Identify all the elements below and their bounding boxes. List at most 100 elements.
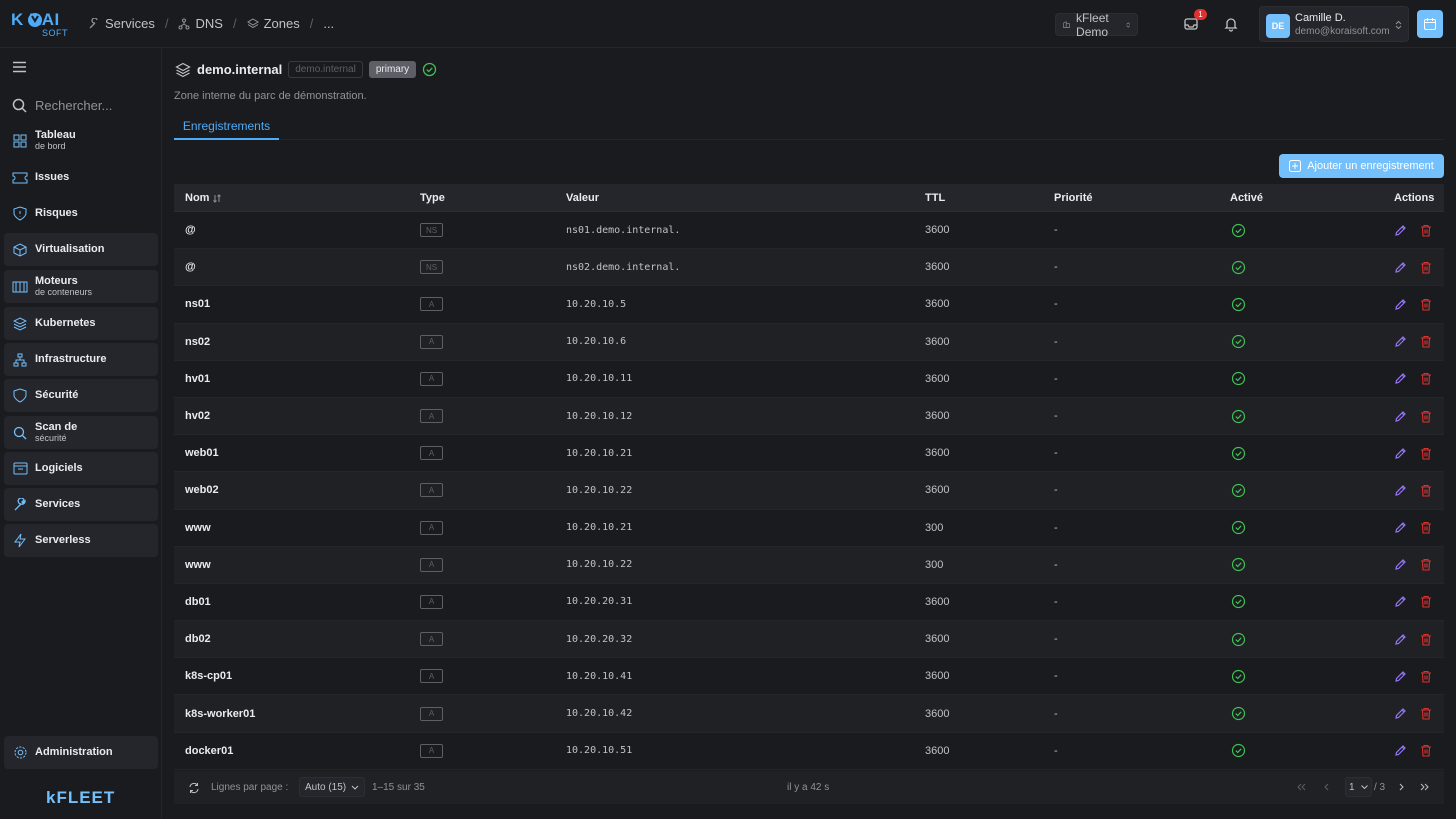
calendar-button[interactable] bbox=[1417, 10, 1443, 38]
delete-record-button[interactable] bbox=[1420, 510, 1432, 546]
table-row[interactable]: web02 A 10.20.10.22 3600 - bbox=[174, 472, 1444, 510]
sidebar-item-serverless[interactable]: Serverless bbox=[4, 524, 158, 557]
delete-record-button[interactable] bbox=[1420, 621, 1432, 657]
check-circle-icon bbox=[1231, 744, 1246, 758]
record-type: A bbox=[420, 584, 443, 620]
chevron-down-icon bbox=[1361, 785, 1368, 789]
logo-mark-icon bbox=[28, 13, 42, 27]
delete-record-button[interactable] bbox=[1420, 249, 1432, 285]
sidebar-item-risks[interactable]: Risques bbox=[4, 197, 158, 230]
sidebar-item-services[interactable]: Services bbox=[4, 488, 158, 521]
last-page-icon[interactable] bbox=[1420, 783, 1430, 791]
table-row[interactable]: docker01 A 10.20.10.51 3600 - bbox=[174, 733, 1444, 770]
column-header-name-label: Nom bbox=[185, 192, 210, 204]
add-record-button[interactable]: Ajouter un enregistrement bbox=[1279, 154, 1444, 178]
delete-record-button[interactable] bbox=[1420, 733, 1432, 769]
sidebar-item-administration[interactable]: Administration bbox=[4, 736, 158, 769]
check-circle-icon bbox=[1231, 483, 1246, 498]
sidebar-item-security-scan[interactable]: Scan de sécurité bbox=[4, 416, 158, 449]
table-row[interactable]: @ NS ns02.demo.internal. 3600 - bbox=[174, 249, 1444, 287]
record-priority: - bbox=[1054, 335, 1058, 348]
record-active-status bbox=[1231, 472, 1246, 508]
edit-record-button[interactable] bbox=[1394, 584, 1407, 620]
delete-record-button[interactable] bbox=[1420, 695, 1432, 731]
table-row[interactable]: ns02 A 10.20.10.6 3600 - bbox=[174, 323, 1444, 361]
page-number: 1 bbox=[1349, 781, 1355, 793]
table-row[interactable]: db01 A 10.20.20.31 3600 - bbox=[174, 584, 1444, 622]
sidebar-item-software[interactable]: Logiciels bbox=[4, 452, 158, 485]
sidebar-search[interactable]: Rechercher... bbox=[12, 98, 112, 113]
delete-record-button[interactable] bbox=[1420, 547, 1432, 583]
page-select[interactable]: 1 bbox=[1345, 777, 1372, 797]
edit-record-button[interactable] bbox=[1394, 547, 1407, 583]
record-active-status bbox=[1231, 212, 1246, 248]
edit-record-button[interactable] bbox=[1394, 658, 1407, 694]
table-row[interactable]: db02 A 10.20.20.32 3600 - bbox=[174, 621, 1444, 659]
delete-record-button[interactable] bbox=[1420, 398, 1432, 434]
delete-record-button[interactable] bbox=[1420, 658, 1432, 694]
edit-record-button[interactable] bbox=[1394, 286, 1407, 322]
record-type-badge: NS bbox=[420, 223, 443, 238]
table-row[interactable]: @ NS ns01.demo.internal. 3600 - bbox=[174, 212, 1444, 250]
table-row[interactable]: ns01 A 10.20.10.5 3600 - bbox=[174, 286, 1444, 324]
breadcrumb-dns[interactable]: DNS bbox=[178, 16, 223, 31]
edit-record-button[interactable] bbox=[1394, 695, 1407, 731]
delete-record-button[interactable] bbox=[1420, 435, 1432, 471]
table-row[interactable]: www A 10.20.10.21 300 - bbox=[174, 510, 1444, 547]
record-type: A bbox=[420, 361, 443, 397]
sidebar-item-issues[interactable]: Issues bbox=[4, 161, 158, 194]
sidebar-item-kubernetes[interactable]: Kubernetes bbox=[4, 307, 158, 340]
zone-tag-badge: demo.internal bbox=[288, 61, 363, 78]
edit-record-button[interactable] bbox=[1394, 510, 1407, 546]
breadcrumb-more[interactable]: ... bbox=[323, 16, 334, 31]
search-icon bbox=[12, 98, 27, 113]
edit-record-button[interactable] bbox=[1394, 435, 1407, 471]
first-page-icon[interactable] bbox=[1296, 783, 1306, 791]
edit-record-button[interactable] bbox=[1394, 733, 1407, 769]
edit-record-button[interactable] bbox=[1394, 398, 1407, 434]
record-priority: - bbox=[1054, 261, 1058, 274]
org-selector[interactable]: kFleet Demo bbox=[1055, 11, 1138, 39]
tab-records[interactable]: Enregistrements bbox=[174, 113, 279, 140]
breadcrumb-services[interactable]: Services bbox=[88, 16, 155, 31]
edit-record-button[interactable] bbox=[1394, 212, 1407, 248]
prev-page-icon[interactable] bbox=[1323, 783, 1329, 791]
edit-record-button[interactable] bbox=[1394, 621, 1407, 657]
sidebar-item-dashboard[interactable]: Tableau de bord bbox=[4, 124, 158, 157]
delete-record-button[interactable] bbox=[1420, 286, 1432, 322]
notifications-button[interactable] bbox=[1221, 14, 1241, 34]
edit-record-button[interactable] bbox=[1394, 472, 1407, 508]
wrench-icon bbox=[89, 17, 98, 28]
table-row[interactable]: web01 A 10.20.10.21 3600 - bbox=[174, 435, 1444, 473]
koraisoft-logo[interactable]: K RAI SOFT bbox=[11, 11, 71, 38]
rows-per-page-select[interactable]: Auto (15) bbox=[299, 777, 365, 797]
delete-record-button[interactable] bbox=[1420, 324, 1432, 360]
delete-record-button[interactable] bbox=[1420, 212, 1432, 248]
table-row[interactable]: k8s-cp01 A 10.20.10.41 3600 - bbox=[174, 658, 1444, 696]
table-row[interactable]: www A 10.20.10.22 300 - bbox=[174, 546, 1444, 584]
sidebar-item-container-engines[interactable]: Moteurs de conteneurs bbox=[4, 270, 158, 303]
next-page-icon[interactable] bbox=[1399, 783, 1405, 791]
delete-record-button[interactable] bbox=[1420, 472, 1432, 508]
records-table: Nom Type Valeur TTL Priorité Activé Acti… bbox=[174, 184, 1444, 770]
sidebar-item-infrastructure[interactable]: Infrastructure bbox=[4, 343, 158, 376]
column-header-name[interactable]: Nom bbox=[185, 184, 222, 212]
record-ttl: 3600 bbox=[925, 261, 950, 274]
menu-toggle-button[interactable] bbox=[12, 61, 27, 76]
search-input[interactable]: Rechercher... bbox=[35, 98, 112, 113]
record-type-badge: NS bbox=[420, 260, 443, 275]
sidebar-item-virtualization[interactable]: Virtualisation bbox=[4, 233, 158, 266]
table-footer: Lignes par page : Auto (15) 1–15 sur 35 … bbox=[174, 771, 1444, 804]
table-row[interactable]: hv01 A 10.20.10.11 3600 - bbox=[174, 361, 1444, 398]
edit-record-button[interactable] bbox=[1394, 361, 1407, 397]
user-menu[interactable]: DE Camille D. demo@koraisoft.com bbox=[1259, 6, 1409, 42]
edit-record-button[interactable] bbox=[1394, 324, 1407, 360]
sidebar-item-security[interactable]: Sécurité bbox=[4, 379, 158, 412]
delete-record-button[interactable] bbox=[1420, 361, 1432, 397]
table-row[interactable]: hv02 A 10.20.10.12 3600 - bbox=[174, 397, 1444, 436]
edit-record-button[interactable] bbox=[1394, 249, 1407, 285]
table-row[interactable]: k8s-worker01 A 10.20.10.42 3600 - bbox=[174, 695, 1444, 733]
refresh-icon[interactable] bbox=[188, 782, 200, 794]
delete-record-button[interactable] bbox=[1420, 584, 1432, 620]
breadcrumb-zones[interactable]: Zones bbox=[246, 16, 300, 31]
